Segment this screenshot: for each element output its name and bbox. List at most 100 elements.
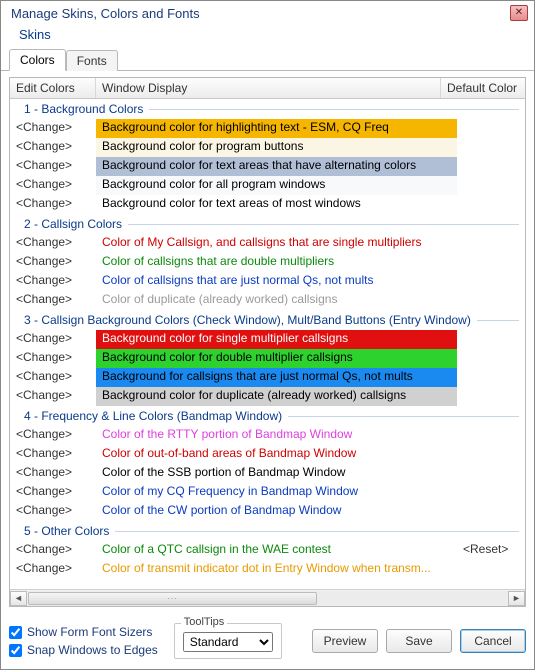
table-row[interactable]: <Change>Color of duplicate (already work… <box>10 291 525 310</box>
change-cell[interactable]: <Change> <box>10 368 96 387</box>
change-cell[interactable]: <Change> <box>10 234 96 253</box>
section-header[interactable]: 3 - Callsign Background Colors (Check Wi… <box>10 310 525 330</box>
display-cell[interactable]: Background color for single multiplier c… <box>96 330 457 349</box>
change-cell[interactable]: <Change> <box>10 445 96 464</box>
section-header[interactable]: 5 - Other Colors <box>10 521 525 541</box>
display-cell[interactable]: Color of the CW portion of Bandmap Windo… <box>96 502 457 521</box>
table-row[interactable]: <Change>Color of callsigns that are just… <box>10 272 525 291</box>
show-sizers-check[interactable]: Show Form Font Sizers <box>9 625 158 639</box>
display-cell[interactable]: Background for callsigns that are just n… <box>96 368 457 387</box>
section-header[interactable]: 4 - Frequency & Line Colors (Bandmap Win… <box>10 406 525 426</box>
table-row[interactable]: <Change>Background color for all program… <box>10 176 525 195</box>
section-header[interactable]: 2 - Callsign Colors <box>10 214 525 234</box>
display-cell[interactable]: Color of my CQ Frequency in Bandmap Wind… <box>96 483 457 502</box>
tooltips-select[interactable]: Standard <box>183 632 273 652</box>
scroll-left-button[interactable]: ◄ <box>10 591 27 606</box>
change-cell[interactable]: <Change> <box>10 464 96 483</box>
change-cell[interactable]: <Change> <box>10 426 96 445</box>
change-cell[interactable]: <Change> <box>10 349 96 368</box>
change-cell[interactable]: <Change> <box>10 176 96 195</box>
table-row[interactable]: <Change>Background color for duplicate (… <box>10 387 525 406</box>
scroll-right-button[interactable]: ► <box>508 591 525 606</box>
table-row[interactable]: <Change>Color of My Callsign, and callsi… <box>10 234 525 253</box>
horizontal-scrollbar[interactable]: ◄ ∙∙∙ ► <box>10 589 525 606</box>
default-cell[interactable] <box>457 291 525 310</box>
save-button[interactable]: Save <box>386 629 452 653</box>
table-row[interactable]: <Change>Color of the RTTY portion of Ban… <box>10 426 525 445</box>
tab-colors[interactable]: Colors <box>9 49 66 71</box>
default-cell[interactable] <box>457 502 525 521</box>
default-cell[interactable] <box>457 426 525 445</box>
change-cell[interactable]: <Change> <box>10 253 96 272</box>
default-cell[interactable] <box>457 195 525 214</box>
change-cell[interactable]: <Change> <box>10 195 96 214</box>
table-row[interactable]: <Change>Color of transmit indicator dot … <box>10 560 525 579</box>
table-row[interactable]: <Change>Color of callsigns that are doub… <box>10 253 525 272</box>
show-sizers-input[interactable] <box>9 626 22 639</box>
change-cell[interactable]: <Change> <box>10 119 96 138</box>
table-row[interactable]: <Change>Background color for double mult… <box>10 349 525 368</box>
scroll-thumb[interactable]: ∙∙∙ <box>28 592 317 605</box>
col-default-header[interactable]: Default Color <box>441 78 525 98</box>
table-row[interactable]: <Change>Background color for text areas … <box>10 157 525 176</box>
default-cell[interactable] <box>457 330 525 349</box>
default-cell[interactable] <box>457 483 525 502</box>
grid-body[interactable]: 1 - Background Colors<Change>Background … <box>10 99 525 589</box>
change-cell[interactable]: <Change> <box>10 502 96 521</box>
table-row[interactable]: <Change>Color of a QTC callsign in the W… <box>10 541 525 560</box>
default-cell[interactable] <box>457 349 525 368</box>
table-row[interactable]: <Change>Color of the SSB portion of Band… <box>10 464 525 483</box>
close-icon[interactable]: ✕ <box>510 5 528 21</box>
default-cell[interactable] <box>457 157 525 176</box>
table-row[interactable]: <Change>Background color for text areas … <box>10 195 525 214</box>
default-cell[interactable] <box>457 253 525 272</box>
display-cell[interactable]: Background color for text areas that hav… <box>96 157 457 176</box>
change-cell[interactable]: <Change> <box>10 272 96 291</box>
change-cell[interactable]: <Change> <box>10 541 96 560</box>
table-row[interactable]: <Change>Background for callsigns that ar… <box>10 368 525 387</box>
default-cell[interactable] <box>457 138 525 157</box>
display-cell[interactable]: Color of the SSB portion of Bandmap Wind… <box>96 464 457 483</box>
table-row[interactable]: <Change>Color of the CW portion of Bandm… <box>10 502 525 521</box>
display-cell[interactable]: Color of duplicate (already worked) call… <box>96 291 457 310</box>
display-cell[interactable]: Color of a QTC callsign in the WAE conte… <box>96 541 457 560</box>
default-cell[interactable] <box>457 560 525 579</box>
default-cell[interactable] <box>457 176 525 195</box>
col-edit-header[interactable]: Edit Colors <box>10 78 96 98</box>
display-cell[interactable]: Color of My Callsign, and callsigns that… <box>96 234 457 253</box>
default-cell[interactable] <box>457 464 525 483</box>
change-cell[interactable]: <Change> <box>10 560 96 579</box>
change-cell[interactable]: <Change> <box>10 138 96 157</box>
default-cell[interactable] <box>457 119 525 138</box>
snap-edges-input[interactable] <box>9 644 22 657</box>
display-cell[interactable]: Background color for text areas of most … <box>96 195 457 214</box>
display-cell[interactable]: Background color for highlighting text -… <box>96 119 457 138</box>
table-row[interactable]: <Change>Background color for highlightin… <box>10 119 525 138</box>
scroll-track[interactable]: ∙∙∙ <box>27 591 508 606</box>
change-cell[interactable]: <Change> <box>10 157 96 176</box>
display-cell[interactable]: Background color for duplicate (already … <box>96 387 457 406</box>
default-cell[interactable] <box>457 445 525 464</box>
table-row[interactable]: <Change>Color of my CQ Frequency in Band… <box>10 483 525 502</box>
display-cell[interactable]: Color of callsigns that are just normal … <box>96 272 457 291</box>
display-cell[interactable]: Color of the RTTY portion of Bandmap Win… <box>96 426 457 445</box>
change-cell[interactable]: <Change> <box>10 330 96 349</box>
change-cell[interactable]: <Change> <box>10 387 96 406</box>
default-cell[interactable] <box>457 368 525 387</box>
default-cell[interactable] <box>457 272 525 291</box>
display-cell[interactable]: Color of callsigns that are double multi… <box>96 253 457 272</box>
cancel-button[interactable]: Cancel <box>460 629 526 653</box>
snap-edges-check[interactable]: Snap Windows to Edges <box>9 643 158 657</box>
preview-button[interactable]: Preview <box>312 629 378 653</box>
display-cell[interactable]: Background color for all program windows <box>96 176 457 195</box>
change-cell[interactable]: <Change> <box>10 291 96 310</box>
default-cell[interactable] <box>457 234 525 253</box>
col-display-header[interactable]: Window Display <box>96 78 441 98</box>
default-cell[interactable] <box>457 387 525 406</box>
display-cell[interactable]: Background color for program buttons <box>96 138 457 157</box>
tab-fonts[interactable]: Fonts <box>66 50 118 71</box>
display-cell[interactable]: Background color for double multiplier c… <box>96 349 457 368</box>
change-cell[interactable]: <Change> <box>10 483 96 502</box>
table-row[interactable]: <Change>Background color for program but… <box>10 138 525 157</box>
table-row[interactable]: <Change>Background color for single mult… <box>10 330 525 349</box>
